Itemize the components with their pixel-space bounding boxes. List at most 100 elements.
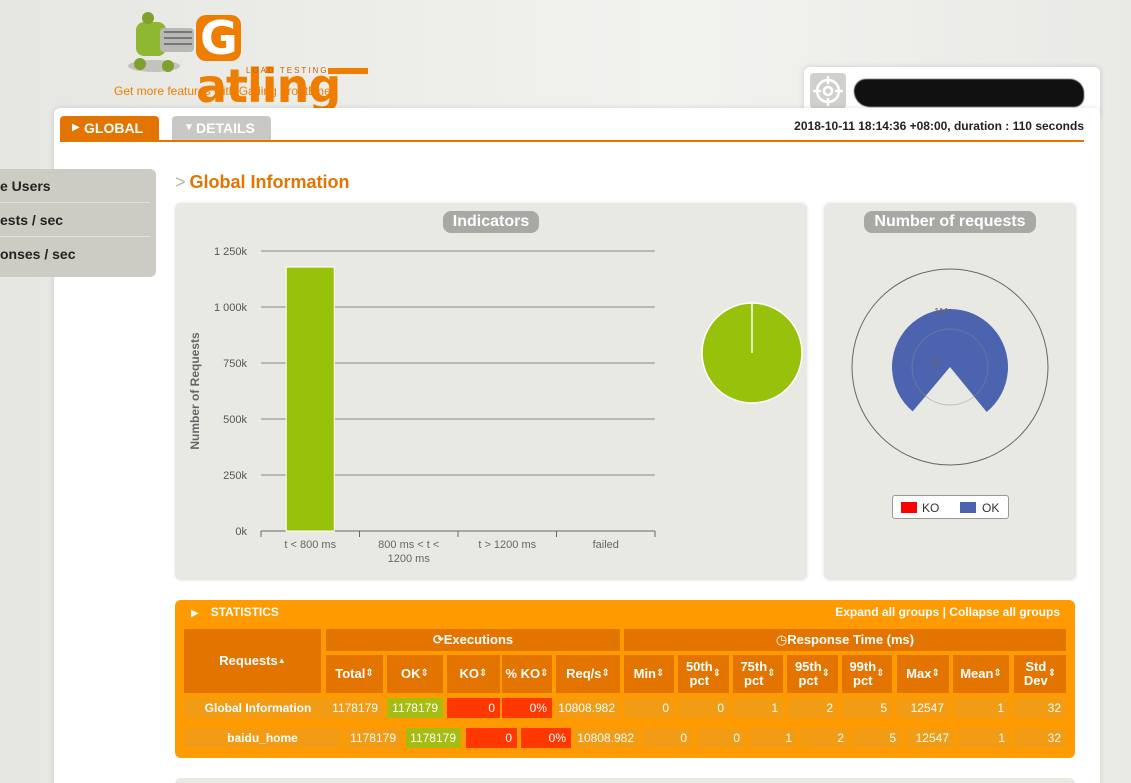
expand-all-groups-link[interactable]: Expand all groups	[835, 605, 939, 619]
sort-requests-header[interactable]: Requests ▲	[184, 629, 321, 693]
sidebar-item-label: onses / sec	[0, 246, 76, 262]
sidebar-item-responses-per-sec[interactable]: onses / sec	[0, 237, 150, 271]
legend-ko-label[interactable]: KO	[922, 501, 939, 515]
sidebar-item-active-users[interactable]: e Users	[0, 169, 150, 203]
sort-header-std-dev[interactable]: Std Dev ⇕	[1014, 655, 1066, 693]
table-cell-99th-pct: 5	[853, 728, 901, 748]
sort-header-max[interactable]: Max ⇕	[897, 655, 949, 693]
column-label: 50th pct	[685, 659, 713, 688]
table-cell-max: 12547	[906, 728, 954, 748]
sort-header-99th-pct[interactable]: 99th pct ⇕	[842, 655, 892, 693]
table-cell-99th-pct: 5	[842, 698, 892, 718]
x-tick-label: t < 800 ms	[284, 539, 336, 551]
table-row-name[interactable]: baidu_home	[184, 728, 341, 748]
sort-header-95th-pct[interactable]: 95th pct ⇕	[787, 655, 838, 693]
sidebar-item-label: ests / sec	[0, 212, 64, 228]
sort-icon: ⇕	[365, 668, 374, 679]
sort-header-ko[interactable]: KO ⇕	[447, 655, 500, 693]
gatling-logo: Gatling LOAD TESTING	[124, 8, 374, 113]
tab-global[interactable]: ▶ GLOBAL	[60, 116, 159, 140]
table-cell-req-s: 10808.982	[556, 698, 620, 718]
logo-subtitle-bar	[328, 68, 368, 74]
bar	[285, 266, 335, 532]
legend-ok-label[interactable]: OK	[982, 501, 999, 515]
section-title: > Global Information	[175, 172, 350, 193]
sort-header-75th-pct[interactable]: 75th pct ⇕	[733, 655, 783, 693]
y-tick-label: 500k	[223, 414, 247, 426]
sort-header-ok[interactable]: OK ⇕	[387, 655, 443, 693]
table-cell-ok: 1178179	[387, 698, 443, 718]
statistics-title: STATISTICS	[210, 605, 279, 619]
section-title-text: Global Information	[189, 172, 350, 192]
requests-legend: KO OK	[892, 495, 1009, 519]
column-label: Min	[633, 666, 656, 681]
table-cell-std-dev: 32	[1014, 728, 1066, 748]
indicators-chart: 0k 250k 500k 750k 1 000k 1 250k t < 800 ms 800 …	[188, 246, 803, 565]
column-label: 99th pct	[849, 659, 877, 688]
chevron-down-icon: ▼	[184, 122, 194, 133]
column-label: % KO	[505, 666, 541, 681]
tab-details[interactable]: ▼ DETAILS	[172, 116, 271, 140]
table-cell-std-dev: 32	[1014, 698, 1066, 718]
refresh-icon: ⟳	[432, 632, 444, 647]
table-cell-min: 0	[643, 728, 692, 748]
table-row-name[interactable]: Global Information	[184, 698, 332, 718]
sort-header-mean[interactable]: Mean ⇕	[953, 655, 1009, 693]
y-tick-label: 1 250k	[214, 246, 248, 258]
tab-details-label: DETAILS	[196, 120, 255, 136]
indicators-panel: Indicators 0k 250k 500k 750k 1 000k 1 250k t <…	[175, 203, 807, 580]
table-cell-total: 1178179	[326, 698, 383, 718]
table-cell-95th-pct: 2	[801, 728, 849, 748]
sort-header-req-s[interactable]: Req/s ⇕	[556, 655, 620, 693]
legend-ok-swatch	[960, 502, 976, 513]
statistics-panel: ▶ STATISTICS Expand all groups | Collapse…	[175, 600, 1075, 758]
ring-label: 1M	[934, 307, 948, 318]
table-cell-mean: 1	[958, 728, 1010, 748]
sort-header-total[interactable]: Total ⇕	[326, 655, 383, 693]
x-tick-label: failed	[593, 539, 619, 551]
sort-header--ko[interactable]: % KO ⇕	[502, 655, 552, 693]
sidebar-item-label: e Users	[0, 178, 51, 194]
y-axis-label: Number of Requests	[188, 332, 202, 450]
table-cell-50th-pct: 0	[678, 698, 729, 718]
statistics-header[interactable]: ▶ STATISTICS	[191, 605, 279, 619]
sort-icon: ⇕	[931, 668, 940, 679]
logo-subtitle: LOAD TESTING	[246, 66, 329, 75]
requests-header-label: Requests	[219, 653, 278, 668]
x-tick-label: 800 ms < t <1200 ms	[378, 539, 439, 565]
logo-wordmark: Gatling	[196, 11, 341, 113]
tab-global-label: GLOBAL	[84, 120, 144, 136]
y-tick-label: 250k	[223, 470, 247, 482]
frontline-link[interactable]: Get more features with Gatling FrontLine	[114, 84, 331, 98]
next-panel-edge	[175, 778, 1075, 783]
table-cell-mean: 1	[953, 698, 1009, 718]
sidebar-item-requests-per-sec[interactable]: ests / sec	[0, 203, 150, 237]
table-cell--ko: 0%	[521, 728, 571, 748]
response-time-header-label: Response Time (ms)	[787, 632, 915, 647]
y-tick-label: 0k	[235, 526, 247, 538]
column-label: OK	[401, 666, 421, 681]
run-info: 2018-10-11 18:14:36 +08:00, duration : 1…	[794, 119, 1084, 133]
sort-asc-icon: ▲	[277, 656, 286, 665]
collapse-all-groups-link[interactable]: Collapse all groups	[949, 605, 1060, 619]
column-label: 75th pct	[740, 659, 768, 688]
play-arrow-icon: ▶	[72, 122, 80, 133]
table-cell-ko: 0	[447, 698, 500, 718]
ring-label: 1k	[930, 357, 942, 368]
executions-header-label: Executions	[443, 632, 514, 647]
sort-header-min[interactable]: Min ⇕	[624, 655, 674, 693]
column-label: Mean	[960, 666, 994, 681]
sort-icon: ⇕	[993, 668, 1002, 679]
sort-icon: ⇕	[876, 668, 885, 679]
sort-icon: ⇕	[821, 668, 831, 679]
column-label: Max	[906, 666, 932, 681]
legend-ko-swatch	[901, 502, 917, 513]
table-cell-max: 12547	[897, 698, 949, 718]
table-cell-min: 0	[624, 698, 674, 718]
sort-icon: ⇕	[712, 668, 722, 679]
sort-header-50th-pct[interactable]: 50th pct ⇕	[678, 655, 729, 693]
clock-icon: ◷	[775, 632, 788, 647]
table-cell-75th-pct: 1	[733, 698, 783, 718]
table-cell--ko: 0%	[502, 698, 552, 718]
requests-chart: 1M 1k	[851, 268, 1049, 466]
